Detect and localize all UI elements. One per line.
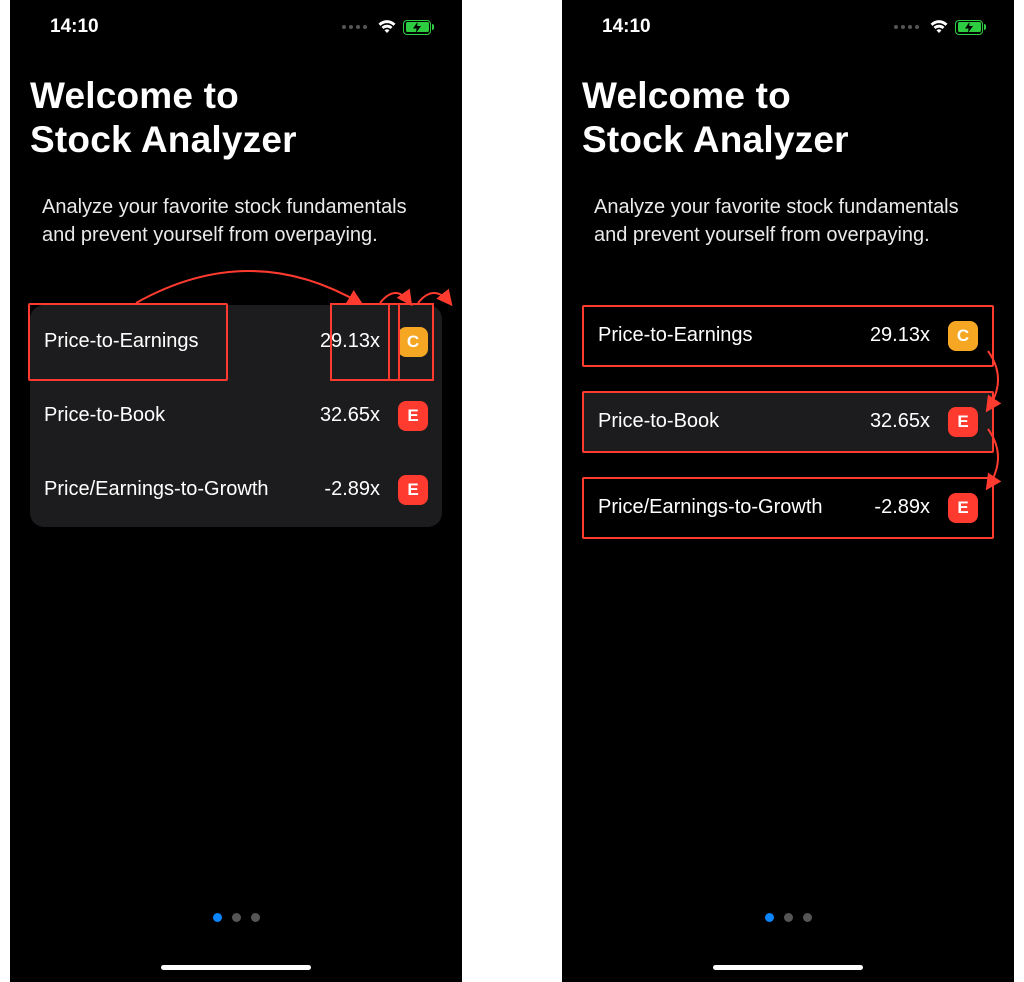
page-title: Welcome to Stock Analyzer (582, 74, 994, 163)
annotation-arrows-hstack (30, 259, 442, 305)
battery-charging-icon (955, 20, 986, 35)
metric-label: Price/Earnings-to-Growth (44, 478, 269, 501)
metric-value: 32.65x (870, 410, 930, 433)
wifi-icon (929, 20, 949, 34)
status-time: 14:10 (602, 16, 651, 38)
battery-charging-icon (403, 20, 434, 35)
metric-row[interactable]: Price/Earnings-to-Growth -2.89x E (582, 477, 994, 539)
metric-label: Price/Earnings-to-Growth (598, 496, 823, 519)
metric-value: 29.13x (870, 324, 930, 347)
grade-badge: E (948, 493, 978, 523)
home-indicator[interactable] (161, 965, 311, 970)
page-dot[interactable] (213, 913, 222, 922)
metric-row[interactable]: Price/Earnings-to-Growth -2.89x E (30, 453, 442, 527)
status-time: 14:10 (50, 16, 99, 38)
metric-label: Price-to-Earnings (598, 324, 753, 347)
page-title: Welcome to Stock Analyzer (30, 74, 442, 163)
metrics-card: Price-to-Earnings 29.13x C Price-to-Book… (30, 305, 442, 527)
metric-row[interactable]: Price-to-Earnings 29.13x C (582, 305, 994, 367)
page-dot[interactable] (251, 913, 260, 922)
grade-badge: C (948, 321, 978, 351)
metric-value: 29.13x (320, 330, 380, 353)
metric-value: -2.89x (324, 478, 380, 501)
cellular-dots-icon (894, 25, 919, 29)
phone-screenshot-left: 14:10 Welcome to Stock Analyzer Analyze … (10, 0, 462, 982)
grade-badge: C (398, 327, 428, 357)
metric-label: Price-to-Book (44, 404, 165, 427)
metric-label: Price-to-Book (598, 410, 719, 433)
metric-row[interactable]: Price-to-Book 32.65x E (582, 391, 994, 453)
annotation-arrows-vstack (982, 349, 1010, 499)
metric-row[interactable]: Price-to-Book 32.65x E (30, 379, 442, 453)
metric-row[interactable]: Price-to-Earnings 29.13x C (30, 305, 442, 379)
status-bar: 14:10 (562, 0, 1014, 42)
cellular-dots-icon (342, 25, 367, 29)
grade-badge: E (948, 407, 978, 437)
page-dot[interactable] (232, 913, 241, 922)
metric-value: 32.65x (320, 404, 380, 427)
page-dot[interactable] (765, 913, 774, 922)
page-indicator[interactable] (10, 913, 462, 922)
metric-value: -2.89x (874, 496, 930, 519)
page-dot[interactable] (803, 913, 812, 922)
home-indicator[interactable] (713, 965, 863, 970)
grade-badge: E (398, 475, 428, 505)
page-subtitle: Analyze your favorite stock fundamentals… (582, 193, 994, 249)
page-indicator[interactable] (562, 913, 1014, 922)
metric-label: Price-to-Earnings (44, 330, 199, 353)
status-bar: 14:10 (10, 0, 462, 42)
phone-screenshot-right: 14:10 Welcome to Stock Analyzer Analyze … (562, 0, 1014, 982)
page-dot[interactable] (784, 913, 793, 922)
wifi-icon (377, 20, 397, 34)
grade-badge: E (398, 401, 428, 431)
page-subtitle: Analyze your favorite stock fundamentals… (30, 193, 442, 249)
